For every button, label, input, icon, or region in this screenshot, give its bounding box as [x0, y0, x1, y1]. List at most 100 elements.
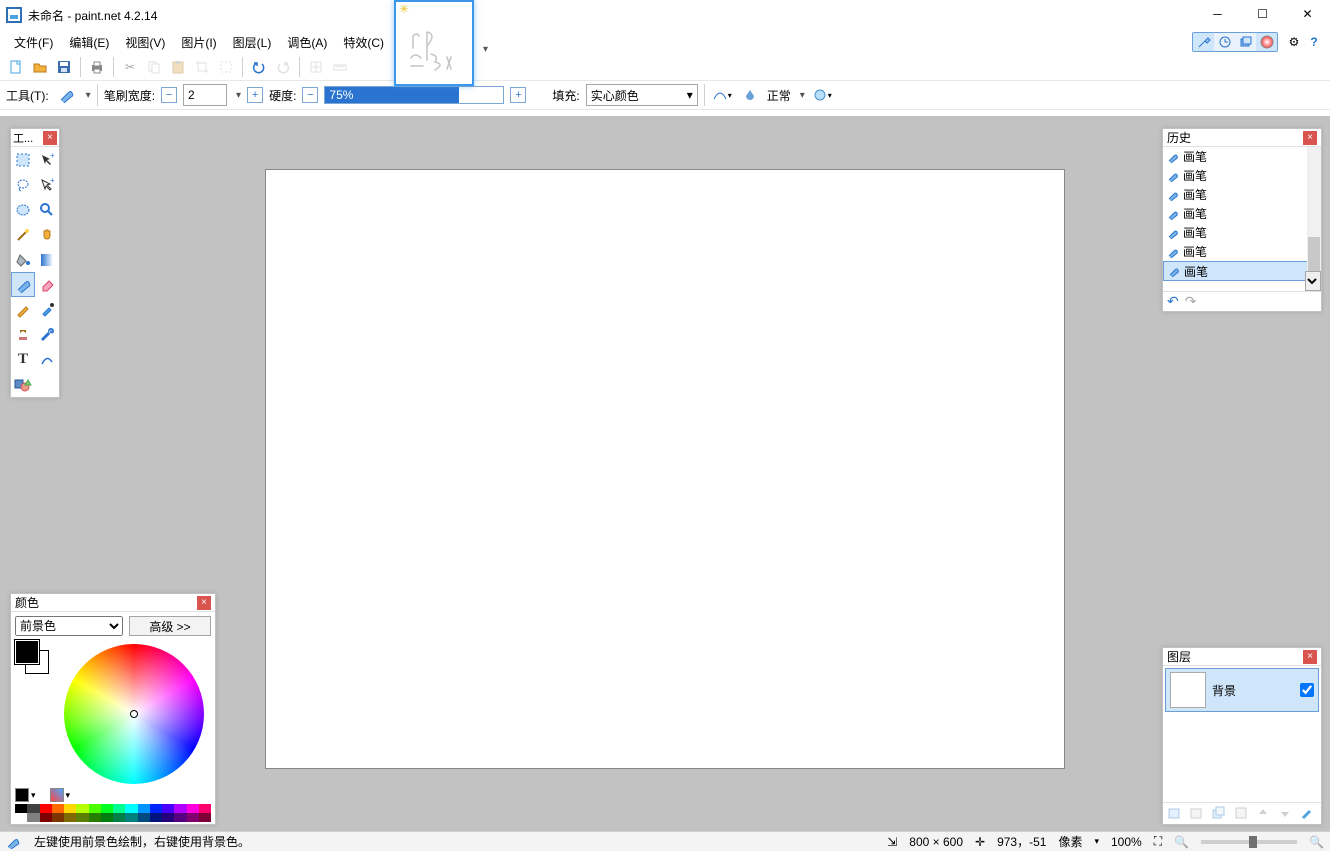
tool-eraser[interactable]: [35, 272, 59, 297]
tool-dropdown-icon[interactable]: ▾: [83, 90, 91, 101]
tool-paintbrush[interactable]: [11, 272, 35, 297]
brush-width-minus[interactable]: −: [161, 87, 177, 103]
palette-swatch[interactable]: [76, 804, 88, 813]
palette-swatch[interactable]: [125, 813, 137, 822]
toggle-layers-icon[interactable]: [1235, 33, 1256, 51]
menu-adjust[interactable]: 调色(A): [279, 31, 335, 54]
history-item[interactable]: 画笔: [1163, 261, 1321, 281]
add-layer-icon[interactable]: [1167, 805, 1185, 823]
tool-move-selection[interactable]: +: [35, 147, 59, 172]
palette-swatch[interactable]: [52, 804, 64, 813]
hardness-plus[interactable]: +: [510, 87, 526, 103]
palette-swatch[interactable]: [113, 813, 125, 822]
copy-icon[interactable]: [144, 57, 164, 77]
menu-file[interactable]: 文件(F): [6, 31, 61, 54]
duplicate-layer-icon[interactable]: [1211, 805, 1229, 823]
brush-width-dropdown[interactable]: ▾: [233, 90, 241, 101]
fill-combo[interactable]: 实心颜色▾: [586, 84, 698, 106]
palette-swatch[interactable]: [101, 804, 113, 813]
palette-swatch[interactable]: [187, 804, 199, 813]
zoom-out-icon[interactable]: 🔍: [1174, 835, 1189, 849]
toggle-history-icon[interactable]: [1214, 33, 1235, 51]
palette-swatch[interactable]: [64, 813, 76, 822]
palette-swatch[interactable]: [150, 813, 162, 822]
print-icon[interactable]: [87, 57, 107, 77]
palette-swatch[interactable]: [150, 804, 162, 813]
tool-move-selected[interactable]: +: [35, 172, 59, 197]
settings-icon[interactable]: ⚙: [1284, 32, 1304, 52]
save-icon[interactable]: [54, 57, 74, 77]
tool-colorpicker[interactable]: [35, 297, 59, 322]
tool-rect-select[interactable]: [11, 147, 35, 172]
palette-swatch[interactable]: [27, 804, 39, 813]
palette-swatch[interactable]: [101, 813, 113, 822]
layer-item[interactable]: 背景: [1165, 668, 1319, 712]
tool-text[interactable]: T: [11, 347, 35, 372]
palette-swatch[interactable]: [40, 813, 52, 822]
history-item[interactable]: 画笔: [1163, 242, 1321, 261]
menu-layers[interactable]: 图层(L): [225, 31, 280, 54]
history-item[interactable]: 画笔: [1163, 166, 1321, 185]
tool-line[interactable]: [35, 347, 59, 372]
canvas[interactable]: [265, 169, 1065, 769]
ruler-icon[interactable]: [330, 57, 350, 77]
swap-colors-icon[interactable]: [15, 788, 29, 802]
palette-swatch[interactable]: [52, 813, 64, 822]
history-redo-icon[interactable]: ↷: [1185, 293, 1197, 310]
palette-swatch[interactable]: [162, 813, 174, 822]
hardness-minus[interactable]: −: [302, 87, 318, 103]
tool-shapes[interactable]: [11, 372, 35, 397]
redo-icon[interactable]: [273, 57, 293, 77]
deselect-icon[interactable]: [216, 57, 236, 77]
advanced-button[interactable]: 高级 >>: [129, 616, 211, 636]
color-palette[interactable]: [15, 804, 211, 822]
layer-properties-icon[interactable]: [1299, 805, 1317, 823]
palette-swatch[interactable]: [187, 813, 199, 822]
tools-panel-close[interactable]: ×: [43, 131, 57, 145]
layers-panel-close[interactable]: ×: [1303, 650, 1317, 664]
palette-swatch[interactable]: [15, 813, 27, 822]
menu-image[interactable]: 图片(I): [173, 31, 224, 54]
palette-swatch[interactable]: [125, 804, 137, 813]
tool-pan[interactable]: [35, 222, 59, 247]
tool-zoom[interactable]: [35, 197, 59, 222]
cut-icon[interactable]: ✂: [120, 57, 140, 77]
delete-layer-icon[interactable]: [1189, 805, 1207, 823]
palette-swatch[interactable]: [174, 804, 186, 813]
tool-pencil[interactable]: [11, 297, 35, 322]
palette-swatch[interactable]: [199, 813, 211, 822]
toggle-colors-icon[interactable]: [1256, 33, 1277, 51]
palette-swatch[interactable]: [76, 813, 88, 822]
layer-visible-checkbox[interactable]: [1300, 683, 1314, 697]
tool-clone[interactable]: [11, 322, 35, 347]
history-dropdown[interactable]: [1305, 271, 1321, 291]
primary-secondary-swatch[interactable]: [15, 640, 49, 674]
help-icon[interactable]: ?: [1304, 32, 1324, 52]
close-button[interactable]: ✕: [1285, 0, 1330, 28]
active-tool-icon[interactable]: [55, 84, 77, 106]
brush-width-input[interactable]: [183, 84, 227, 106]
palette-swatch[interactable]: [138, 804, 150, 813]
thumbnail-dropdown-icon[interactable]: ▾: [480, 44, 488, 55]
move-up-icon[interactable]: [1255, 805, 1273, 823]
merge-layer-icon[interactable]: [1233, 805, 1251, 823]
tool-lasso[interactable]: [11, 172, 35, 197]
palette-swatch[interactable]: [174, 813, 186, 822]
toggle-tools-icon[interactable]: [1193, 33, 1214, 51]
tool-ellipse-select[interactable]: [11, 197, 35, 222]
paste-icon[interactable]: [168, 57, 188, 77]
palette-swatch[interactable]: [15, 804, 27, 813]
minimize-button[interactable]: ─: [1195, 0, 1240, 28]
maximize-button[interactable]: ☐: [1240, 0, 1285, 28]
overwrite-icon[interactable]: ▾: [811, 84, 833, 106]
history-item[interactable]: 画笔: [1163, 147, 1321, 166]
palette-swatch[interactable]: [27, 813, 39, 822]
palette-swatch[interactable]: [64, 804, 76, 813]
new-icon[interactable]: [6, 57, 26, 77]
history-item[interactable]: 画笔: [1163, 223, 1321, 242]
move-down-icon[interactable]: [1277, 805, 1295, 823]
open-icon[interactable]: [30, 57, 50, 77]
palette-swatch[interactable]: [138, 813, 150, 822]
colors-panel-close[interactable]: ×: [197, 596, 211, 610]
palette-swatch[interactable]: [89, 804, 101, 813]
